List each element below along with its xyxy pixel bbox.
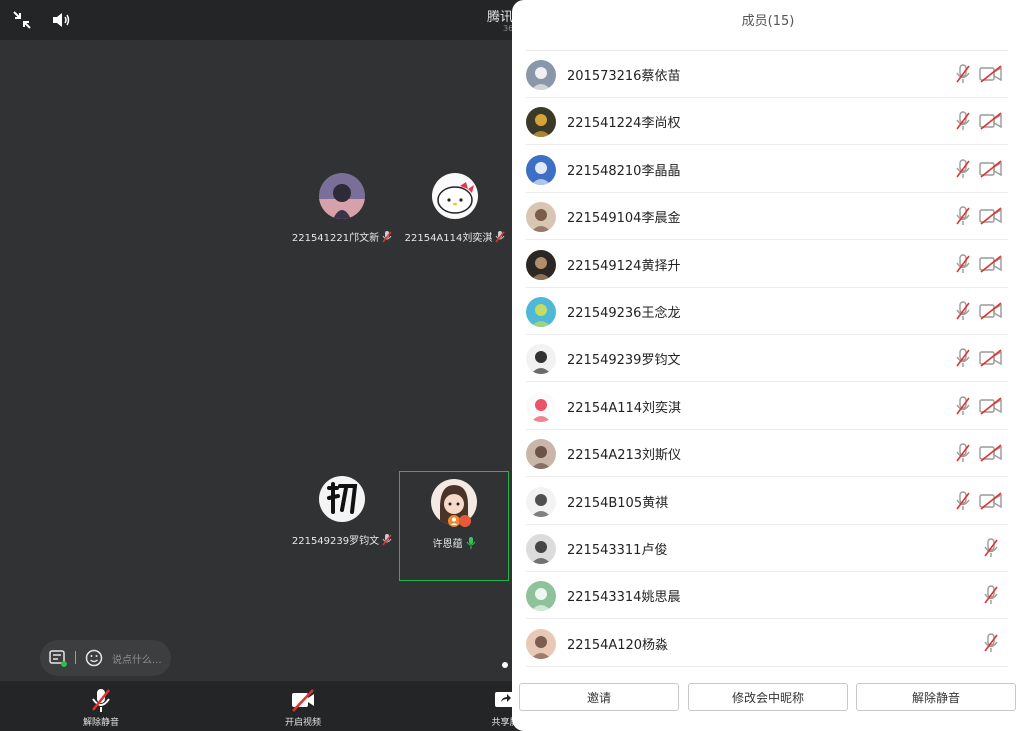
muted-mic-icon[interactable] — [955, 490, 971, 511]
member-name: 221543311卢俊 — [567, 543, 668, 558]
member-name: 221549236王念龙 — [567, 306, 681, 321]
muted-mic-icon — [382, 533, 392, 545]
member-row[interactable]: 221549124黄择升 — [512, 241, 1024, 288]
avatar — [526, 534, 556, 564]
member-row[interactable]: 22154A114刘奕淇 — [512, 383, 1024, 430]
muted-mic-icon — [495, 230, 505, 242]
muted-mic-icon[interactable] — [955, 348, 971, 368]
participant-tile[interactable]: 221549239罗钧文 — [287, 476, 397, 586]
member-panel: 成员(15) 201573216蔡依苗 221541224李尚权 221548210… — [512, 0, 1024, 731]
muted-mic-icon[interactable] — [955, 443, 971, 463]
participant-name: 许恩蕴 — [432, 539, 463, 550]
video-off-icon[interactable] — [979, 160, 1003, 178]
host-badge-icon — [448, 515, 471, 527]
meeting-title: 腾讯 — [487, 10, 514, 25]
participant-name: 221549239罗钧文 — [291, 536, 380, 547]
avatar — [526, 202, 556, 233]
divider — [75, 651, 76, 664]
member-row[interactable]: 221549104李晨金 — [512, 193, 1024, 241]
avatar — [526, 297, 556, 327]
video-off-icon — [292, 689, 314, 712]
member-row[interactable]: 221548210李晶晶 — [512, 146, 1024, 193]
avatar — [526, 344, 556, 375]
emoji-icon[interactable] — [85, 649, 103, 667]
muted-mic-icon[interactable] — [955, 301, 971, 321]
divider — [526, 665, 1008, 667]
avatar — [526, 486, 556, 517]
participant-name: 221541221邝文新 — [291, 233, 380, 244]
video-off-icon[interactable] — [979, 207, 1003, 225]
muted-mic-icon[interactable] — [955, 396, 971, 416]
member-name: 221549124黄择升 — [567, 258, 681, 274]
chat-input-box[interactable]: 说点什么... — [40, 640, 171, 676]
member-name: 22154A114刘奕淇 — [567, 400, 682, 416]
avatar — [526, 628, 556, 659]
chat-list-icon[interactable] — [49, 649, 67, 667]
video-off-icon[interactable] — [979, 397, 1003, 415]
exit-fullscreen-icon[interactable] — [10, 8, 34, 32]
invite-button[interactable]: 邀请 — [519, 683, 679, 711]
muted-mic-icon[interactable] — [955, 253, 971, 274]
member-row[interactable]: 221543311卢俊 — [512, 525, 1024, 572]
muted-mic-icon — [92, 689, 110, 712]
muted-mic-icon[interactable] — [955, 159, 971, 179]
page-indicator[interactable] — [502, 662, 508, 668]
avatar — [526, 249, 556, 280]
speaker-icon[interactable] — [50, 8, 74, 32]
member-name: 221543314姚思晨 — [567, 590, 681, 606]
video-off-icon[interactable] — [979, 349, 1003, 368]
participant-tile[interactable]: 221541221邝文新 — [287, 173, 397, 283]
participant-tile[interactable]: 22154A114刘奕淇 — [400, 173, 510, 283]
participant-name: 22154A114刘奕淇 — [404, 233, 493, 244]
video-off-icon[interactable] — [979, 444, 1003, 462]
member-row[interactable]: 221541224李尚权 — [512, 98, 1024, 146]
avatar — [319, 173, 365, 219]
avatar — [526, 60, 556, 90]
member-name: 22154A120杨淼 — [567, 637, 669, 653]
member-name: 221548210李晶晶 — [567, 163, 681, 179]
avatar — [526, 439, 556, 470]
member-row[interactable]: 221549236王念龙 — [512, 288, 1024, 335]
avatar — [526, 581, 556, 612]
avatar — [526, 154, 556, 185]
member-row[interactable]: 221549239罗钧文 — [512, 335, 1024, 383]
muted-mic-icon[interactable] — [983, 633, 999, 653]
muted-mic-icon[interactable] — [983, 538, 999, 558]
member-name: 221541224李尚权 — [567, 116, 681, 132]
panel-title: 成员(15) — [741, 14, 795, 29]
rename-button[interactable]: 修改会中昵称 — [688, 683, 848, 711]
active-speaker-tile[interactable]: 许恩蕴 — [399, 471, 509, 581]
muted-mic-icon[interactable] — [955, 64, 971, 84]
video-off-icon[interactable] — [979, 491, 1003, 510]
chat-placeholder[interactable]: 说点什么... — [112, 651, 162, 666]
video-off-icon[interactable] — [979, 65, 1003, 83]
member-name: 22154B105黄祺 — [567, 495, 669, 511]
avatar — [432, 173, 478, 219]
member-name: 201573216蔡依苗 — [567, 69, 681, 84]
muted-mic-icon[interactable] — [955, 206, 971, 226]
member-name: 221549239罗钧文 — [567, 353, 681, 369]
member-row[interactable]: 22154A120杨淼 — [512, 620, 1024, 667]
member-name: 221549104李晨金 — [567, 211, 681, 227]
avatar — [526, 107, 556, 138]
unmute-button[interactable]: 解除静音 — [66, 687, 136, 728]
start-video-button[interactable]: 开启视频 — [268, 687, 338, 728]
muted-mic-icon[interactable] — [983, 585, 999, 605]
unmute-all-button[interactable]: 解除静音 — [856, 683, 1016, 711]
muted-mic-icon[interactable] — [955, 111, 971, 131]
active-mic-icon — [466, 536, 475, 549]
muted-mic-icon — [382, 230, 392, 242]
avatar — [526, 391, 556, 422]
member-row[interactable]: 22154B105黄祺 — [512, 478, 1024, 525]
start-video-label: 开启视频 — [284, 718, 321, 728]
video-off-icon[interactable] — [979, 254, 1003, 273]
member-name: 22154A213刘斯仪 — [567, 448, 682, 464]
unmute-label: 解除静音 — [82, 718, 119, 728]
avatar — [319, 476, 365, 522]
video-off-icon[interactable] — [979, 302, 1003, 320]
member-row[interactable]: 201573216蔡依苗 — [512, 51, 1024, 98]
video-off-icon[interactable] — [979, 112, 1003, 131]
member-row[interactable]: 221543314姚思晨 — [512, 572, 1024, 620]
member-row[interactable]: 22154A213刘斯仪 — [512, 430, 1024, 478]
